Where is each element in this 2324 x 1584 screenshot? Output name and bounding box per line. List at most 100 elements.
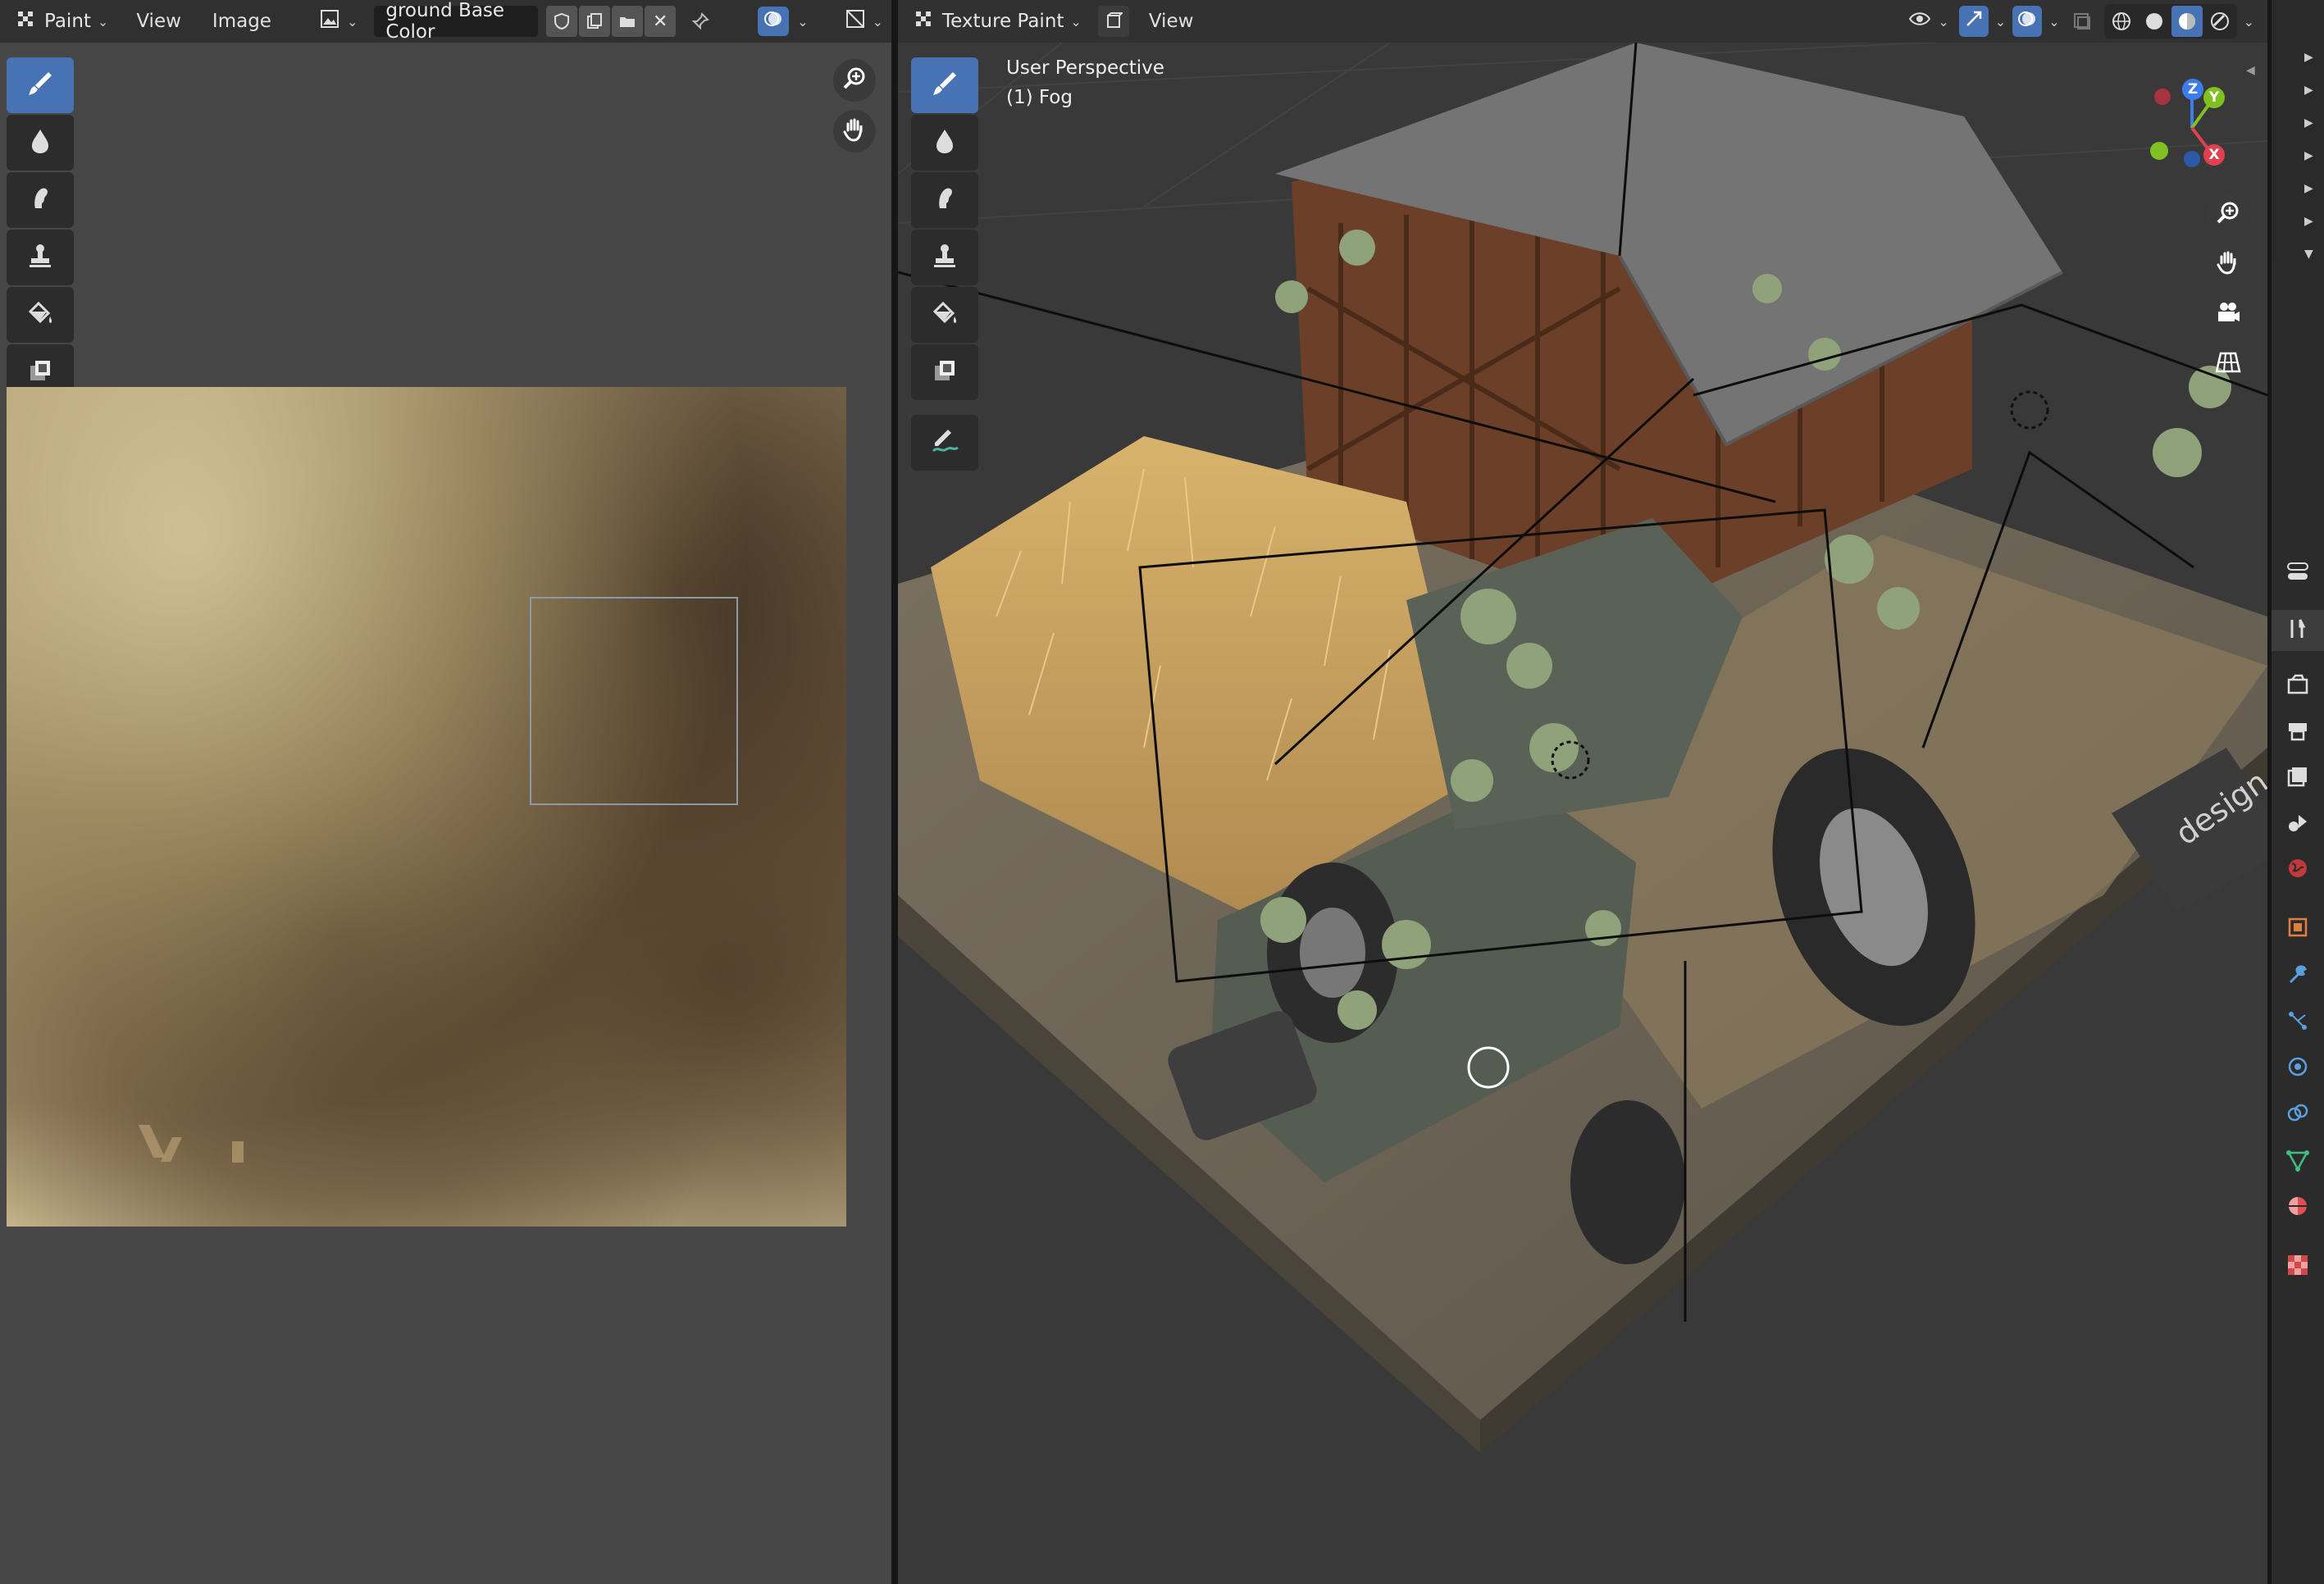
properties-tab-world[interactable] [2272,849,2324,890]
mask-icon [24,354,57,390]
close-icon[interactable]: ✕ [645,6,677,37]
material-preview-shading-icon[interactable] [2171,6,2203,37]
properties-tab-render[interactable] [2272,666,2324,707]
properties-tab-physics[interactable] [2272,1048,2324,1089]
xray-toggle-icon[interactable] [2067,6,2098,37]
properties-tab-tool[interactable] [2272,610,2324,651]
smear-tool[interactable] [911,172,978,228]
properties-tab-toggle[interactable] [2272,553,2324,594]
draw-brush-icon [928,67,961,103]
annotate-tool[interactable] [911,415,978,471]
fake-user-shield-icon[interactable] [546,6,578,37]
annotate-icon [927,425,963,461]
render-icon [2285,672,2310,700]
light-object[interactable] [2010,390,2049,430]
object-mode-toggle-icon[interactable] [1097,6,1129,37]
uv-display-dropdown[interactable]: ⌄ [836,6,891,37]
sidebar-collapse-icon[interactable]: ◀ [2246,64,2255,77]
pan-button[interactable] [2207,243,2249,285]
editor-mode-dropdown[interactable]: Texture Paint ⌄ [906,6,1090,37]
zoom-button[interactable] [2207,193,2249,236]
properties-tab-texture[interactable] [2272,1246,2324,1287]
overlay-toggle-button[interactable] [2012,6,2043,37]
editor-mode-dropdown[interactable]: Paint ⌄ [8,6,116,37]
image-browse-button[interactable]: ⌄ [311,6,366,37]
fill-icon [928,297,961,333]
properties-tab-material[interactable] [2272,1187,2324,1228]
menu-view[interactable]: View [1137,6,1205,37]
texture-canvas[interactable] [7,387,846,1227]
checker-paint-icon [914,8,936,34]
outliner-expand-arrows[interactable]: ▶ ▶ ▶ ▶ ▶ ▶ ▼ [2304,41,2313,271]
ortho-toggle-button[interactable] [2207,343,2249,385]
properties-tab-output[interactable] [2272,712,2324,753]
texture-cursor-region [530,597,738,805]
soften-tool[interactable] [911,115,978,171]
grid-icon [2214,348,2242,380]
soften-icon [928,125,961,161]
properties-tab-scene[interactable] [2272,803,2324,844]
camera-icon [2214,299,2242,330]
soften-icon [24,125,57,161]
chevron-down-icon[interactable]: ⌄ [2048,14,2059,30]
chevron-down-icon[interactable]: ⌄ [1995,14,2006,30]
tool-icon [2285,617,2310,644]
properties-tab-particles[interactable] [2272,1002,2324,1043]
properties-tab-object[interactable] [2272,908,2324,949]
axis-z-label[interactable]: Z [2182,79,2203,100]
mask-tool[interactable] [911,344,978,400]
menu-image[interactable]: Image [201,6,283,37]
menu-view[interactable]: View [125,6,193,37]
axis-x-label[interactable]: X [2203,144,2225,166]
properties-tab-modifier[interactable] [2272,956,2324,997]
properties-tab-view-layer[interactable] [2272,758,2324,799]
overlay-icon [2016,7,2039,35]
draw-brush-icon [24,67,57,103]
chevron-down-icon: ⌄ [97,13,109,30]
fill-tool[interactable] [7,287,74,343]
chevron-down-icon: ⌄ [346,13,358,30]
mask-icon [928,354,961,390]
modifier-icon [2285,963,2310,990]
physics-icon [2285,1054,2310,1082]
camera-view-button[interactable] [2207,294,2249,336]
pin-icon[interactable] [684,6,717,37]
smear-icon [24,182,57,218]
soften-tool[interactable] [7,115,74,171]
pan-hand-icon [2214,248,2242,280]
eye-icon [1908,7,1931,35]
overlay-toggle-button[interactable] [758,7,790,36]
uv-island-mark [232,1141,244,1163]
properties-tab-constraints[interactable] [2272,1094,2324,1135]
smear-tool[interactable] [7,172,74,228]
image-editor[interactable]: Paint ⌄ View Image ⌄ ground Base Color ✕ [0,0,891,1584]
zoom-button[interactable] [833,59,876,102]
zoom-icon [2214,199,2242,230]
tractor-front-hub [1300,908,1365,998]
image-name-field[interactable]: ground Base Color [374,0,539,43]
fill-icon [24,297,57,333]
constraints-icon [2285,1100,2310,1128]
new-image-icon[interactable] [579,6,611,37]
uv-island-mark [161,1137,182,1162]
fill-tool[interactable] [911,287,978,343]
clone-tool[interactable] [911,230,978,285]
wireframe-shading-icon[interactable] [2106,6,2137,37]
properties-tab-data[interactable] [2272,1141,2324,1182]
visibility-dropdown[interactable]: ⌄ [1905,6,1952,37]
draw-brush-tool[interactable] [7,57,74,113]
rendered-shading-icon[interactable] [2204,6,2235,37]
area-divider[interactable] [891,0,898,1584]
axis-y-label[interactable]: Y [2203,87,2225,108]
chevron-down-icon[interactable]: ⌄ [2244,14,2254,30]
solid-shading-icon[interactable] [2139,6,2170,37]
gizmo-toggle-button[interactable] [1958,6,1989,37]
viewport-scene[interactable]: design [898,43,2267,1584]
pan-button[interactable] [833,110,876,152]
3d-viewport[interactable]: design Texture Paint ⌄ View ⌄ ⌄ ⌄ ⌄ User… [898,0,2267,1584]
shading-mode-group [2103,4,2237,39]
chevron-down-icon[interactable]: ⌄ [797,14,808,30]
clone-tool[interactable] [7,230,74,285]
open-folder-icon[interactable] [612,6,644,37]
draw-brush-tool[interactable] [911,57,978,113]
